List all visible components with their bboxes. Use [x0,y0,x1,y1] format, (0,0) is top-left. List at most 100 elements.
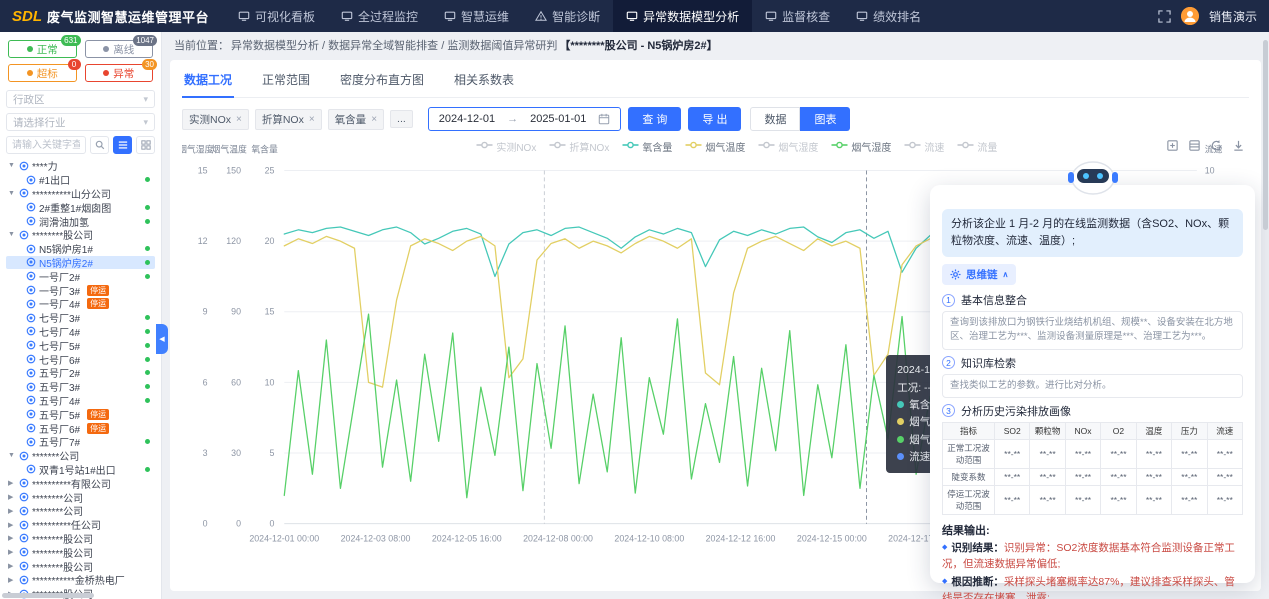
legend-item[interactable]: 实测NOx [476,139,536,154]
nav-item-6[interactable]: 监督核查 [752,0,843,32]
export-button[interactable]: 导 出 [688,107,741,131]
toolbox-refresh-icon[interactable] [1210,139,1223,152]
tree-device-row[interactable]: 七号厂5# [6,338,155,352]
table-row: 停运工况波动范围**-****-****-****-****-****-****… [943,485,1243,514]
tree-device-row[interactable]: 五号厂2# [6,366,155,380]
breadcrumb: 当前位置： 异常数据模型分析 / 数据异常全域智能排查 / 监测数据阈值异常研判… [162,32,1269,58]
status-chip-1[interactable]: 正常631 [8,40,77,58]
nav-item-5[interactable]: 异常数据模型分析 [613,0,752,32]
toolbox-mark-icon[interactable] [1166,139,1179,152]
status-chip-4[interactable]: 异常30 [85,64,154,82]
tree-device-row[interactable]: 五号厂3# [6,380,155,394]
tree-device-row[interactable]: 2#重整1#烟囱图 [6,200,155,214]
tree-company-row[interactable]: ▶********股公司 [6,559,155,573]
tree-device-label: 五号厂7# [39,434,80,449]
remove-tag-icon[interactable]: × [236,114,242,125]
legend-item[interactable]: 烟气湿度 [758,139,818,154]
tree-device-row[interactable]: 七号厂3# [6,311,155,325]
tab-3[interactable]: 密度分布直方图 [338,68,426,97]
industry-select[interactable]: 请选择行业 ▾ [6,113,155,131]
keyword-search-input[interactable] [6,136,86,154]
tree-device-row[interactable]: 五号厂5#停运 [6,407,155,421]
legend-item[interactable]: 流速 [904,139,944,154]
tree-company-label: ********股公司 [32,559,93,574]
tree-device-row[interactable]: 一号厂2# [6,269,155,283]
tree-company-row[interactable]: ▶********公司 [6,504,155,518]
tree-device-row[interactable]: 七号厂6# [6,352,155,366]
param-tag[interactable]: 氧含量× [328,109,384,130]
table-header-cell: 指标 [943,422,995,439]
tree-company-row[interactable]: ▶**********有限公司 [6,476,155,490]
tree-device-row[interactable]: 润滑油加氢 [6,214,155,228]
tree-company-row[interactable]: ▶********公司 [6,490,155,504]
legend-item[interactable]: 氧含量 [622,139,672,154]
tree-company-row[interactable]: ▼********股公司 [6,228,155,242]
tab-4[interactable]: 相关系数表 [452,68,516,97]
avatar[interactable] [1181,7,1199,25]
tree-device-row[interactable]: 双青1号站1#出口 [6,463,155,477]
tree-device-row[interactable]: 五号厂4# [6,394,155,408]
username[interactable]: 销售演示 [1209,8,1257,25]
tree-device-row[interactable]: 七号厂4# [6,325,155,339]
remove-tag-icon[interactable]: × [309,114,315,125]
sidebar-collapse-handle[interactable]: ◀ [156,324,168,354]
nav-item-7[interactable]: 绩效排名 [843,0,934,32]
nav-item-3[interactable]: 智慧运维 [431,0,522,32]
chart-view-button[interactable]: 图表 [800,107,850,131]
tree-device-row[interactable]: #1出口 [6,173,155,187]
caret-down-icon: ▼ [8,231,16,238]
thought-chain-toggle[interactable]: 思维链 ∧ [942,264,1016,285]
gear-icon [950,269,961,280]
tab-1[interactable]: 数据工况 [182,68,234,98]
nav-item-2[interactable]: 全过程监控 [328,0,431,32]
list-view-button[interactable] [113,136,132,154]
date-range-picker[interactable]: 2024-12-01 → 2025-01-01 [428,107,622,131]
status-count-badge: 30 [142,59,157,70]
tree-company-row[interactable]: ▶********股公司 [6,545,155,559]
vertical-scrollbar[interactable] [1263,40,1268,230]
data-view-button[interactable]: 数据 [750,107,800,131]
tree-device-row[interactable]: 一号厂3#停运 [6,283,155,297]
tree-device-row[interactable]: 五号厂7# [6,435,155,449]
status-chip-3[interactable]: 超标0 [8,64,77,82]
more-params-tag[interactable]: ... [390,110,413,128]
legend-item[interactable]: 烟气温度 [685,139,745,154]
tree-device-row[interactable]: 一号厂4#停运 [6,297,155,311]
legend-item[interactable]: 折算NOx [549,139,609,154]
query-button[interactable]: 查 询 [628,107,681,131]
svg-text:15: 15 [198,165,208,175]
table-cell: **-** [995,468,1030,485]
tab-2[interactable]: 正常范围 [260,68,312,97]
fullscreen-icon[interactable] [1158,10,1171,23]
tree-device-row[interactable]: N5锅炉房1# [6,242,155,256]
chevron-down-icon: ▾ [143,94,148,105]
tree-view-button[interactable] [136,136,155,154]
remove-tag-icon[interactable]: × [371,114,377,125]
tree-company-row[interactable]: ▶***********金桥热电厂 [6,573,155,587]
status-dot-icon [27,46,33,52]
status-chip-2[interactable]: 离线1047 [85,40,154,58]
table-cell: **-** [1136,439,1171,468]
search-button[interactable] [90,136,109,154]
legend-item[interactable]: 流量 [957,139,997,154]
table-cell: **-** [995,439,1030,468]
param-tag[interactable]: 折算NOx× [255,109,322,130]
legend-item[interactable]: 烟气湿度 [831,139,891,154]
toolbox-dataview-icon[interactable] [1188,139,1201,152]
tree-company-row[interactable]: ▼**********山分公司 [6,187,155,201]
tree-company-row[interactable]: ▼*******公司 [6,449,155,463]
tree-device-row[interactable]: 五号厂6#停运 [6,421,155,435]
nav-item-1[interactable]: 可视化看板 [225,0,328,32]
toolbox-download-icon[interactable] [1232,139,1245,152]
region-select[interactable]: 行政区 ▾ [6,90,155,108]
tree-company-label: ********公司 [32,490,83,505]
robot-avatar-icon[interactable] [1065,153,1121,202]
tree-company-row[interactable]: ▶********股公司 [6,532,155,546]
nav-item-4[interactable]: 智能诊断 [522,0,613,32]
svg-text:烟气温度: 烟气温度 [212,144,248,155]
tree-device-row[interactable]: N5锅炉房2# [6,256,155,270]
tree-company-row[interactable]: ▼****力 [6,159,155,173]
horizontal-scrollbar[interactable] [2,593,94,598]
param-tag[interactable]: 实测NOx× [182,109,249,130]
tree-company-row[interactable]: ▶**********任公司 [6,518,155,532]
